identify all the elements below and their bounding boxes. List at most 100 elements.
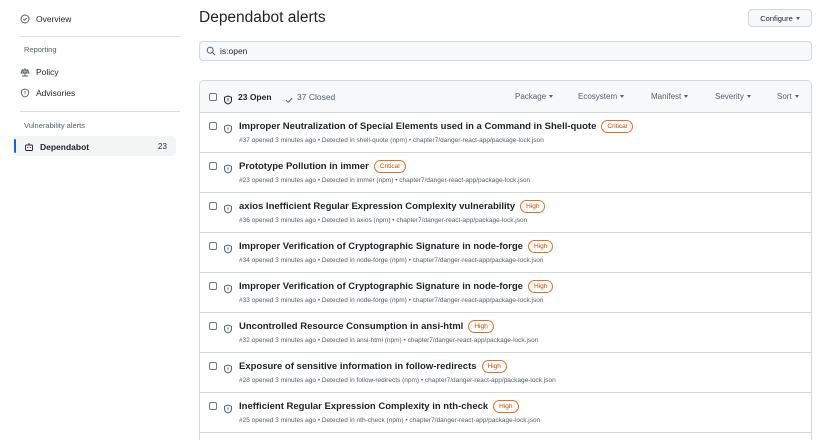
list-item[interactable]: Prototype Pollution in immer Critical #2… bbox=[200, 154, 811, 193]
sidebar-item-overview[interactable]: Overview bbox=[20, 14, 71, 24]
shield-alert-icon bbox=[223, 92, 233, 105]
list-item[interactable]: Improper Verification of Cryptographic S… bbox=[200, 274, 811, 313]
filter-package[interactable]: Package bbox=[515, 92, 554, 101]
row-checkbox[interactable] bbox=[209, 282, 217, 290]
severity-badge: High bbox=[481, 360, 507, 373]
chevron-down-icon bbox=[794, 95, 799, 98]
chevron-down-icon bbox=[746, 95, 751, 98]
alert-meta: #25 opened 3 minutes ago • Detected in n… bbox=[239, 417, 541, 424]
alert-meta: #36 opened 3 minutes ago • Detected in a… bbox=[239, 217, 528, 224]
bot-icon bbox=[24, 142, 34, 152]
severity-badge: High bbox=[527, 240, 554, 253]
alert-title-link[interactable]: Improper Verification of Cryptographic S… bbox=[239, 281, 523, 292]
alerts-list: 23 Open 37 Closed Package Ecosystem Mani… bbox=[199, 80, 812, 440]
severity-badge: High bbox=[468, 320, 494, 333]
shield-alert-icon bbox=[223, 161, 233, 174]
chevron-down-icon bbox=[684, 95, 689, 98]
list-item[interactable]: Improper Verification of Cryptographic S… bbox=[200, 234, 811, 273]
list-item[interactable]: Inefficient Regular Expression Complexit… bbox=[200, 394, 811, 433]
filter-label: Manifest bbox=[651, 92, 682, 101]
law-icon bbox=[20, 67, 30, 77]
active-indicator bbox=[14, 139, 16, 153]
severity-badge: High bbox=[493, 400, 519, 413]
shield-alert-icon bbox=[223, 201, 233, 214]
shield-alert-icon bbox=[223, 241, 233, 254]
sidebar-divider bbox=[20, 36, 180, 37]
filter-label: Ecosystem bbox=[578, 92, 618, 101]
severity-badge: High bbox=[520, 200, 546, 213]
list-item[interactable]: axios Inefficient Regular Expression Com… bbox=[200, 194, 811, 233]
alert-meta: #33 opened 3 minutes ago • Detected in n… bbox=[239, 297, 544, 304]
severity-badge: High bbox=[527, 280, 554, 293]
alert-title-line: Improper Neutralization of Special Eleme… bbox=[239, 120, 634, 133]
filter-severity[interactable]: Severity bbox=[715, 92, 751, 101]
row-checkbox[interactable] bbox=[209, 402, 217, 410]
shield-alert-icon bbox=[223, 281, 233, 294]
alert-title-link[interactable]: Improper Neutralization of Special Eleme… bbox=[239, 121, 596, 132]
alert-title-line: Inefficient Regular Expression Complexit… bbox=[239, 400, 519, 413]
sidebar-item-label: Overview bbox=[36, 14, 72, 24]
filter-ecosystem[interactable]: Ecosystem bbox=[578, 92, 625, 101]
alert-title-link[interactable]: Uncontrolled Resource Consumption in ans… bbox=[239, 321, 463, 332]
closed-alerts-tab[interactable]: 37 Closed bbox=[297, 92, 335, 102]
filter-label: Severity bbox=[715, 92, 744, 101]
alert-meta: #34 opened 3 minutes ago • Detected in n… bbox=[239, 257, 544, 264]
sidebar-item-label: Policy bbox=[36, 67, 59, 77]
alert-meta: #23 opened 3 minutes ago • Detected in i… bbox=[239, 177, 531, 184]
chevron-down-icon bbox=[795, 16, 800, 20]
row-checkbox[interactable] bbox=[209, 162, 217, 170]
sidebar-heading-reporting: Reporting bbox=[24, 45, 57, 54]
alert-title-line: Exposure of sensitive information in fol… bbox=[239, 360, 507, 373]
sidebar-divider bbox=[20, 111, 180, 112]
alert-title-line: Improper Verification of Cryptographic S… bbox=[239, 240, 554, 253]
configure-button[interactable]: Configure bbox=[748, 9, 812, 27]
shield-alert-icon bbox=[223, 121, 233, 134]
shield-alert-icon bbox=[223, 321, 233, 334]
row-checkbox[interactable] bbox=[209, 362, 217, 370]
sidebar-item-dependabot-content[interactable]: Dependabot bbox=[24, 142, 89, 152]
filter-manifest[interactable]: Manifest bbox=[651, 92, 689, 101]
alert-title-link[interactable]: Improper Verification of Cryptographic S… bbox=[239, 241, 523, 252]
alert-title-line: Improper Verification of Cryptographic S… bbox=[239, 280, 554, 293]
list-item[interactable]: Improper Neutralization of Special Eleme… bbox=[200, 114, 811, 153]
severity-badge: Critical bbox=[373, 160, 406, 173]
alert-title-line: Prototype Pollution in immer Critical bbox=[239, 160, 406, 173]
clock-check-icon bbox=[20, 14, 30, 24]
check-icon bbox=[284, 92, 294, 104]
filter-label: Sort bbox=[777, 92, 792, 101]
chevron-down-icon bbox=[549, 95, 554, 98]
row-checkbox[interactable] bbox=[209, 322, 217, 330]
sidebar-item-policy[interactable]: Policy bbox=[20, 67, 59, 77]
alert-title-link[interactable]: Inefficient Regular Expression Complexit… bbox=[239, 401, 488, 412]
alert-title-link[interactable]: Prototype Pollution in immer bbox=[239, 161, 369, 172]
sidebar-item-advisories[interactable]: Advisories bbox=[20, 88, 75, 98]
sidebar-item-label: Advisories bbox=[36, 88, 76, 98]
dependabot-count-badge: 23 bbox=[158, 142, 167, 151]
search-icon bbox=[206, 46, 216, 56]
alert-meta: #32 opened 3 minutes ago • Detected in a… bbox=[239, 337, 539, 344]
shield-icon bbox=[20, 88, 30, 98]
alert-meta: #37 opened 3 minutes ago • Detected in s… bbox=[239, 137, 544, 144]
search-value: is:open bbox=[220, 46, 248, 56]
sidebar-heading-vulnerability-alerts: Vulnerability alerts bbox=[24, 121, 85, 130]
open-alerts-tab[interactable]: 23 Open bbox=[238, 92, 272, 102]
configure-label: Configure bbox=[760, 13, 793, 23]
row-checkbox[interactable] bbox=[209, 242, 217, 250]
list-item[interactable]: Uncontrolled Resource Consumption in ans… bbox=[200, 314, 811, 353]
filter-label: Package bbox=[515, 92, 547, 101]
shield-alert-icon bbox=[223, 361, 233, 374]
filter-sort[interactable]: Sort bbox=[777, 92, 799, 101]
search-input[interactable]: is:open bbox=[199, 41, 812, 61]
sidebar-item-label: Dependabot bbox=[40, 142, 90, 152]
alert-title-link[interactable]: axios Inefficient Regular Expression Com… bbox=[239, 201, 515, 212]
severity-badge: Critical bbox=[601, 120, 634, 133]
row-checkbox[interactable] bbox=[209, 202, 217, 210]
alert-title-link[interactable]: Exposure of sensitive information in fol… bbox=[239, 361, 477, 372]
alert-meta: #28 opened 3 minutes ago • Detected in f… bbox=[239, 377, 556, 384]
row-checkbox[interactable] bbox=[209, 122, 217, 130]
list-item[interactable]: Exposure of sensitive information in fol… bbox=[200, 354, 811, 393]
select-all-checkbox[interactable] bbox=[209, 93, 217, 101]
shield-alert-icon bbox=[223, 401, 233, 414]
sidebar: Overview Reporting Policy Advisories Vul… bbox=[0, 0, 190, 440]
alert-title-line: Uncontrolled Resource Consumption in ans… bbox=[239, 320, 494, 333]
